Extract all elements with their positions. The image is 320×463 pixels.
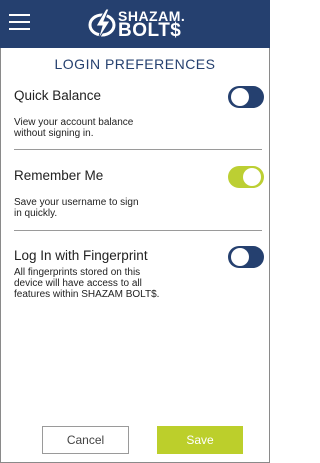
- fingerprint-toggle[interactable]: [228, 246, 264, 268]
- pref-fingerprint: Log In with Fingerprint All fingerprints…: [14, 248, 262, 318]
- remember-me-toggle[interactable]: [228, 166, 264, 188]
- pref-description: All fingerprints stored on this device w…: [14, 267, 160, 300]
- shazam-bolts-logo: SHAZAM. BOLT$: [88, 6, 188, 42]
- bolt-logo-icon: [88, 8, 116, 41]
- page-title: LOGIN PREFERENCES: [54, 56, 216, 72]
- cancel-button[interactable]: Cancel: [42, 426, 129, 454]
- pref-description: Save your username to sign in quickly.: [14, 197, 139, 219]
- pref-remember-me: Remember Me Save your username to sign i…: [14, 168, 262, 219]
- pref-quick-balance: Quick Balance View your account balance …: [14, 88, 262, 139]
- logo-text-bottom: BOLT$: [118, 20, 182, 41]
- save-button[interactable]: Save: [157, 426, 243, 454]
- pref-label: Remember Me: [14, 168, 104, 183]
- divider: [14, 230, 262, 231]
- app-header: SHAZAM. BOLT$: [0, 0, 270, 48]
- divider: [14, 149, 262, 150]
- pref-label: Quick Balance: [14, 88, 102, 103]
- pref-label: Log In with Fingerprint: [14, 248, 148, 263]
- quick-balance-toggle[interactable]: [228, 86, 264, 108]
- menu-icon[interactable]: [9, 12, 31, 32]
- pref-description: View your account balance without signin…: [14, 117, 134, 139]
